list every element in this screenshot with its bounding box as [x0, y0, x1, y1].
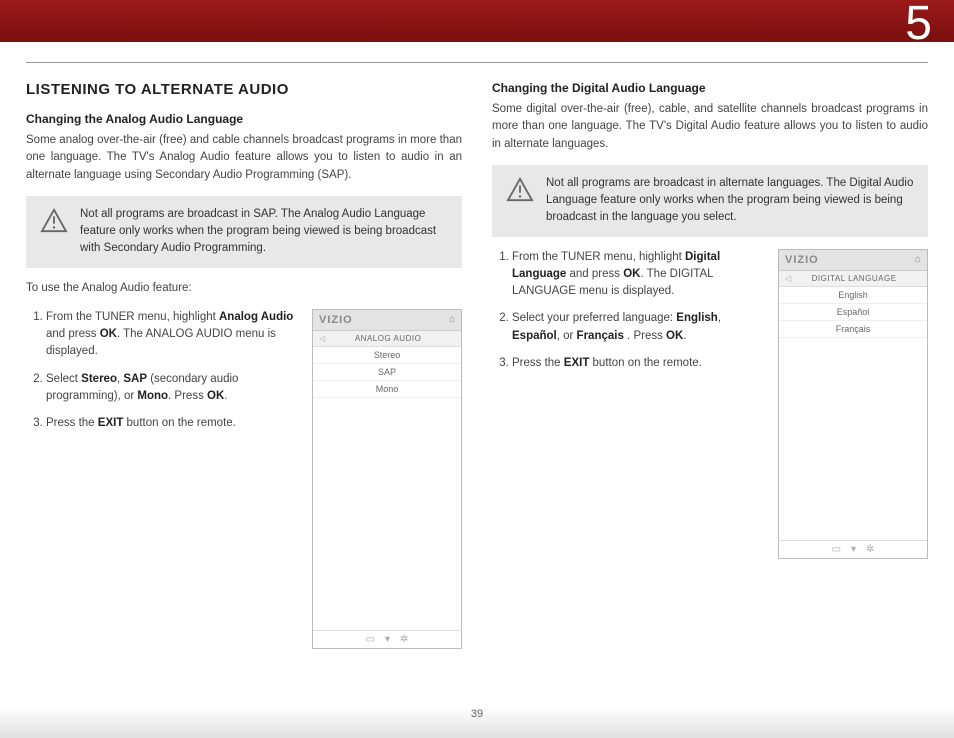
- left-lead-in: To use the Analog Audio feature:: [26, 280, 462, 297]
- page-number: 39: [0, 708, 954, 720]
- right-column: Changing the Digital Audio Language Some…: [492, 81, 928, 649]
- tv-menu-header: VIZIO ⌂: [779, 250, 927, 271]
- gear-icon: ✲: [400, 634, 408, 645]
- left-steps: From the TUNER menu, highlight Analog Au…: [26, 309, 298, 443]
- right-steps: From the TUNER menu, highlight Digital L…: [492, 249, 764, 383]
- right-note-text: Not all programs are broadcast in altern…: [546, 175, 914, 227]
- tv-menu-item: Español: [779, 304, 927, 321]
- left-step-1: From the TUNER menu, highlight Analog Au…: [46, 309, 298, 361]
- tv-menu-item: Français: [779, 321, 927, 338]
- gear-icon: ✲: [866, 544, 874, 555]
- tv-menu-item: Mono: [313, 381, 461, 398]
- right-subheading: Changing the Digital Audio Language: [492, 81, 928, 95]
- home-icon: ⌂: [449, 314, 455, 325]
- warning-icon: [506, 177, 534, 207]
- right-note-box: Not all programs are broadcast in altern…: [492, 165, 928, 237]
- left-column: LISTENING TO ALTERNATE AUDIO Changing th…: [26, 81, 462, 649]
- right-step-3: Press the EXIT button on the remote.: [512, 355, 764, 372]
- left-subheading: Changing the Analog Audio Language: [26, 112, 462, 126]
- tv-menu-title-row: ◁ ANALOG AUDIO: [313, 331, 461, 347]
- tv-menu-title-row: ◁ DIGITAL LANGUAGE: [779, 271, 927, 287]
- left-step-3: Press the EXIT button on the remote.: [46, 415, 298, 432]
- home-icon: ⌂: [915, 254, 921, 265]
- right-step-1: From the TUNER menu, highlight Digital L…: [512, 249, 764, 301]
- left-split: From the TUNER menu, highlight Analog Au…: [26, 309, 462, 649]
- tv-menu-footer: ▭ ▾ ✲: [779, 540, 927, 558]
- right-intro: Some digital over-the-air (free), cable,…: [492, 101, 928, 153]
- caption-icon: ▭: [832, 544, 841, 555]
- chapter-header-bar: 5: [0, 0, 954, 42]
- tv-menu-item: SAP: [313, 364, 461, 381]
- tv-menu-title: DIGITAL LANGUAGE: [787, 274, 921, 283]
- digital-language-menu: VIZIO ⌂ ◁ DIGITAL LANGUAGE English Españ…: [778, 249, 928, 559]
- page-body: LISTENING TO ALTERNATE AUDIO Changing th…: [0, 63, 954, 649]
- tv-menu-header: VIZIO ⌂: [313, 310, 461, 331]
- right-split: From the TUNER menu, highlight Digital L…: [492, 249, 928, 559]
- chevron-down-icon: ▾: [851, 544, 856, 555]
- caption-icon: ▭: [366, 634, 375, 645]
- chevron-down-icon: ▾: [385, 634, 390, 645]
- tv-menu-title: ANALOG AUDIO: [321, 334, 455, 343]
- section-title: LISTENING TO ALTERNATE AUDIO: [26, 81, 462, 98]
- vizio-logo: VIZIO: [319, 314, 353, 326]
- vizio-logo: VIZIO: [785, 254, 819, 266]
- left-note-text: Not all programs are broadcast in SAP. T…: [80, 206, 448, 258]
- tv-menu-item: English: [779, 287, 927, 304]
- right-step-2: Select your preferred language: English,…: [512, 310, 764, 345]
- left-step-2: Select Stereo, SAP (secondary audio prog…: [46, 371, 298, 406]
- analog-audio-menu: VIZIO ⌂ ◁ ANALOG AUDIO Stereo SAP Mono ▭…: [312, 309, 462, 649]
- tv-menu-item: Stereo: [313, 347, 461, 364]
- tv-menu-footer: ▭ ▾ ✲: [313, 630, 461, 648]
- left-intro: Some analog over-the-air (free) and cabl…: [26, 132, 462, 184]
- left-note-box: Not all programs are broadcast in SAP. T…: [26, 196, 462, 268]
- warning-icon: [40, 208, 68, 238]
- chapter-number: 5: [905, 0, 932, 51]
